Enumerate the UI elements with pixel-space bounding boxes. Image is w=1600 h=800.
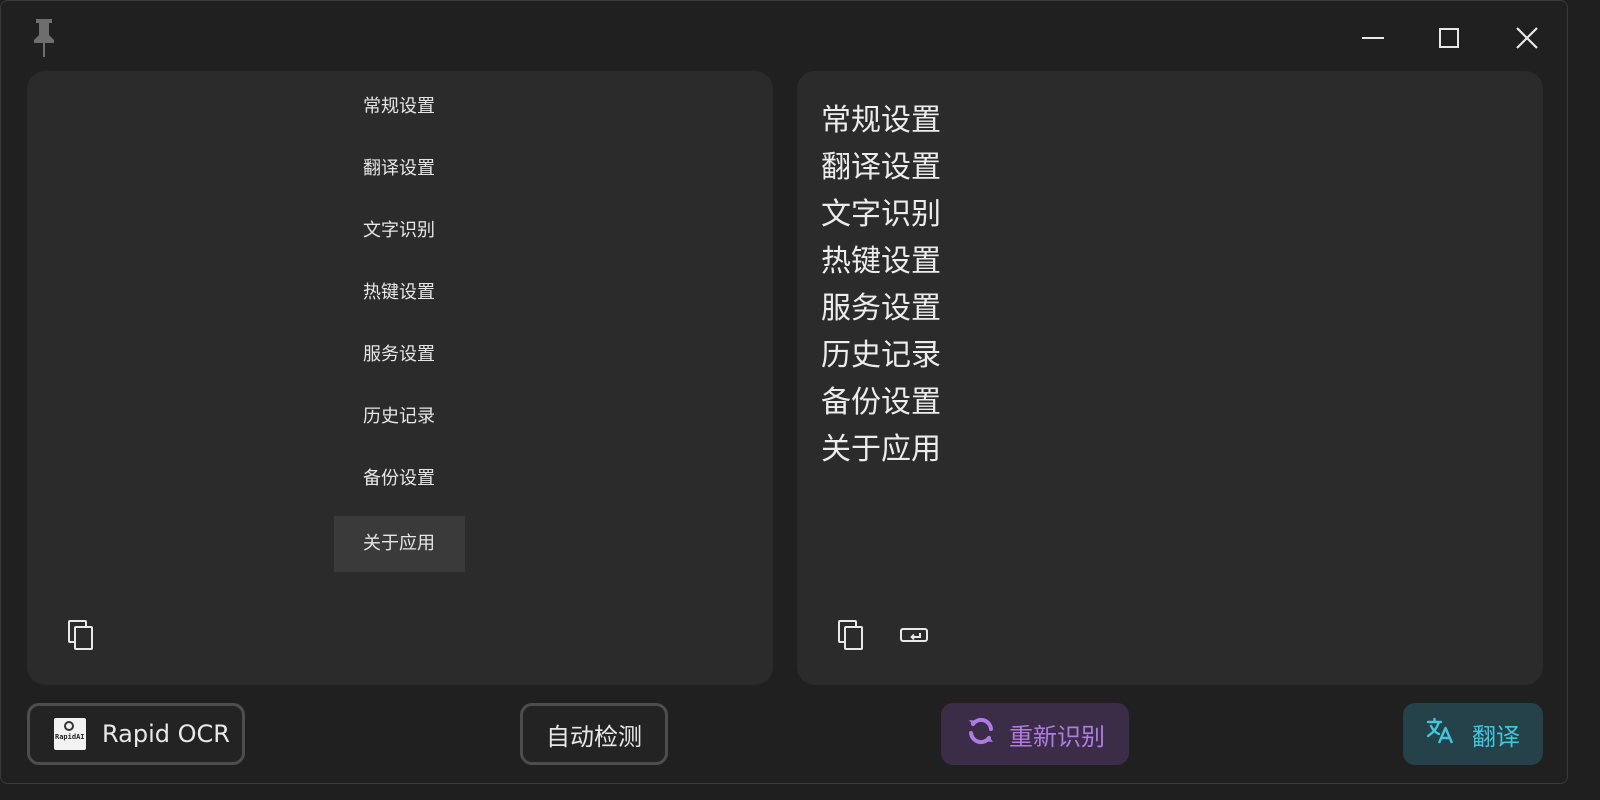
result-line: 热键设置 [821, 244, 941, 279]
result-line: 翻译设置 [821, 150, 941, 185]
rapidai-logo: RapidAI [54, 718, 86, 750]
language-detect-button[interactable]: 自动检测 [520, 703, 668, 765]
translate-icon [1426, 717, 1454, 751]
re-recognize-button[interactable]: 重新识别 [941, 703, 1129, 765]
result-line: 服务设置 [821, 291, 941, 326]
source-item: 服务设置 [363, 344, 435, 365]
copy-icon[interactable] [64, 619, 98, 653]
close-icon[interactable] [1510, 21, 1544, 55]
app-window: 常规设置 翻译设置 文字识别 热键设置 服务设置 历史记录 备份设置 关于应用 … [0, 0, 1568, 784]
source-item: 常规设置 [363, 96, 435, 117]
source-item: 文字识别 [363, 220, 435, 241]
copy-icon[interactable] [834, 619, 868, 653]
result-line: 文字识别 [821, 197, 941, 232]
source-image-panel: 常规设置 翻译设置 文字识别 热键设置 服务设置 历史记录 备份设置 关于应用 [27, 71, 773, 685]
result-line: 历史记录 [821, 338, 941, 373]
source-item: 翻译设置 [363, 158, 435, 179]
source-image: 常规设置 翻译设置 文字识别 热键设置 服务设置 历史记录 备份设置 关于应用 [334, 79, 465, 572]
translate-button[interactable]: 翻译 [1403, 703, 1543, 765]
re-recognize-label: 重新识别 [1009, 722, 1105, 751]
result-line: 备份设置 [821, 385, 941, 420]
source-item: 备份设置 [363, 468, 435, 489]
maximize-icon[interactable] [1432, 21, 1466, 55]
result-text-panel[interactable]: 常规设置 翻译设置 文字识别 热键设置 服务设置 历史记录 备份设置 关于应用 [797, 71, 1543, 685]
minimize-icon[interactable] [1356, 21, 1390, 55]
result-line: 常规设置 [821, 103, 941, 138]
keyboard-return-icon[interactable] [897, 619, 931, 653]
result-line: 关于应用 [821, 432, 941, 467]
ocr-engine-label: Rapid OCR [102, 720, 230, 748]
source-item: 历史记录 [363, 406, 435, 427]
ocr-engine-button[interactable]: RapidAI Rapid OCR [27, 703, 245, 765]
source-item-active: 关于应用 [334, 516, 465, 572]
source-item: 热键设置 [363, 282, 435, 303]
pin-icon[interactable] [31, 17, 57, 59]
result-text[interactable]: 常规设置 翻译设置 文字识别 热键设置 服务设置 历史记录 备份设置 关于应用 [821, 97, 941, 473]
refresh-icon [965, 715, 997, 753]
language-label: 自动检测 [546, 722, 642, 751]
translate-label: 翻译 [1472, 722, 1520, 751]
